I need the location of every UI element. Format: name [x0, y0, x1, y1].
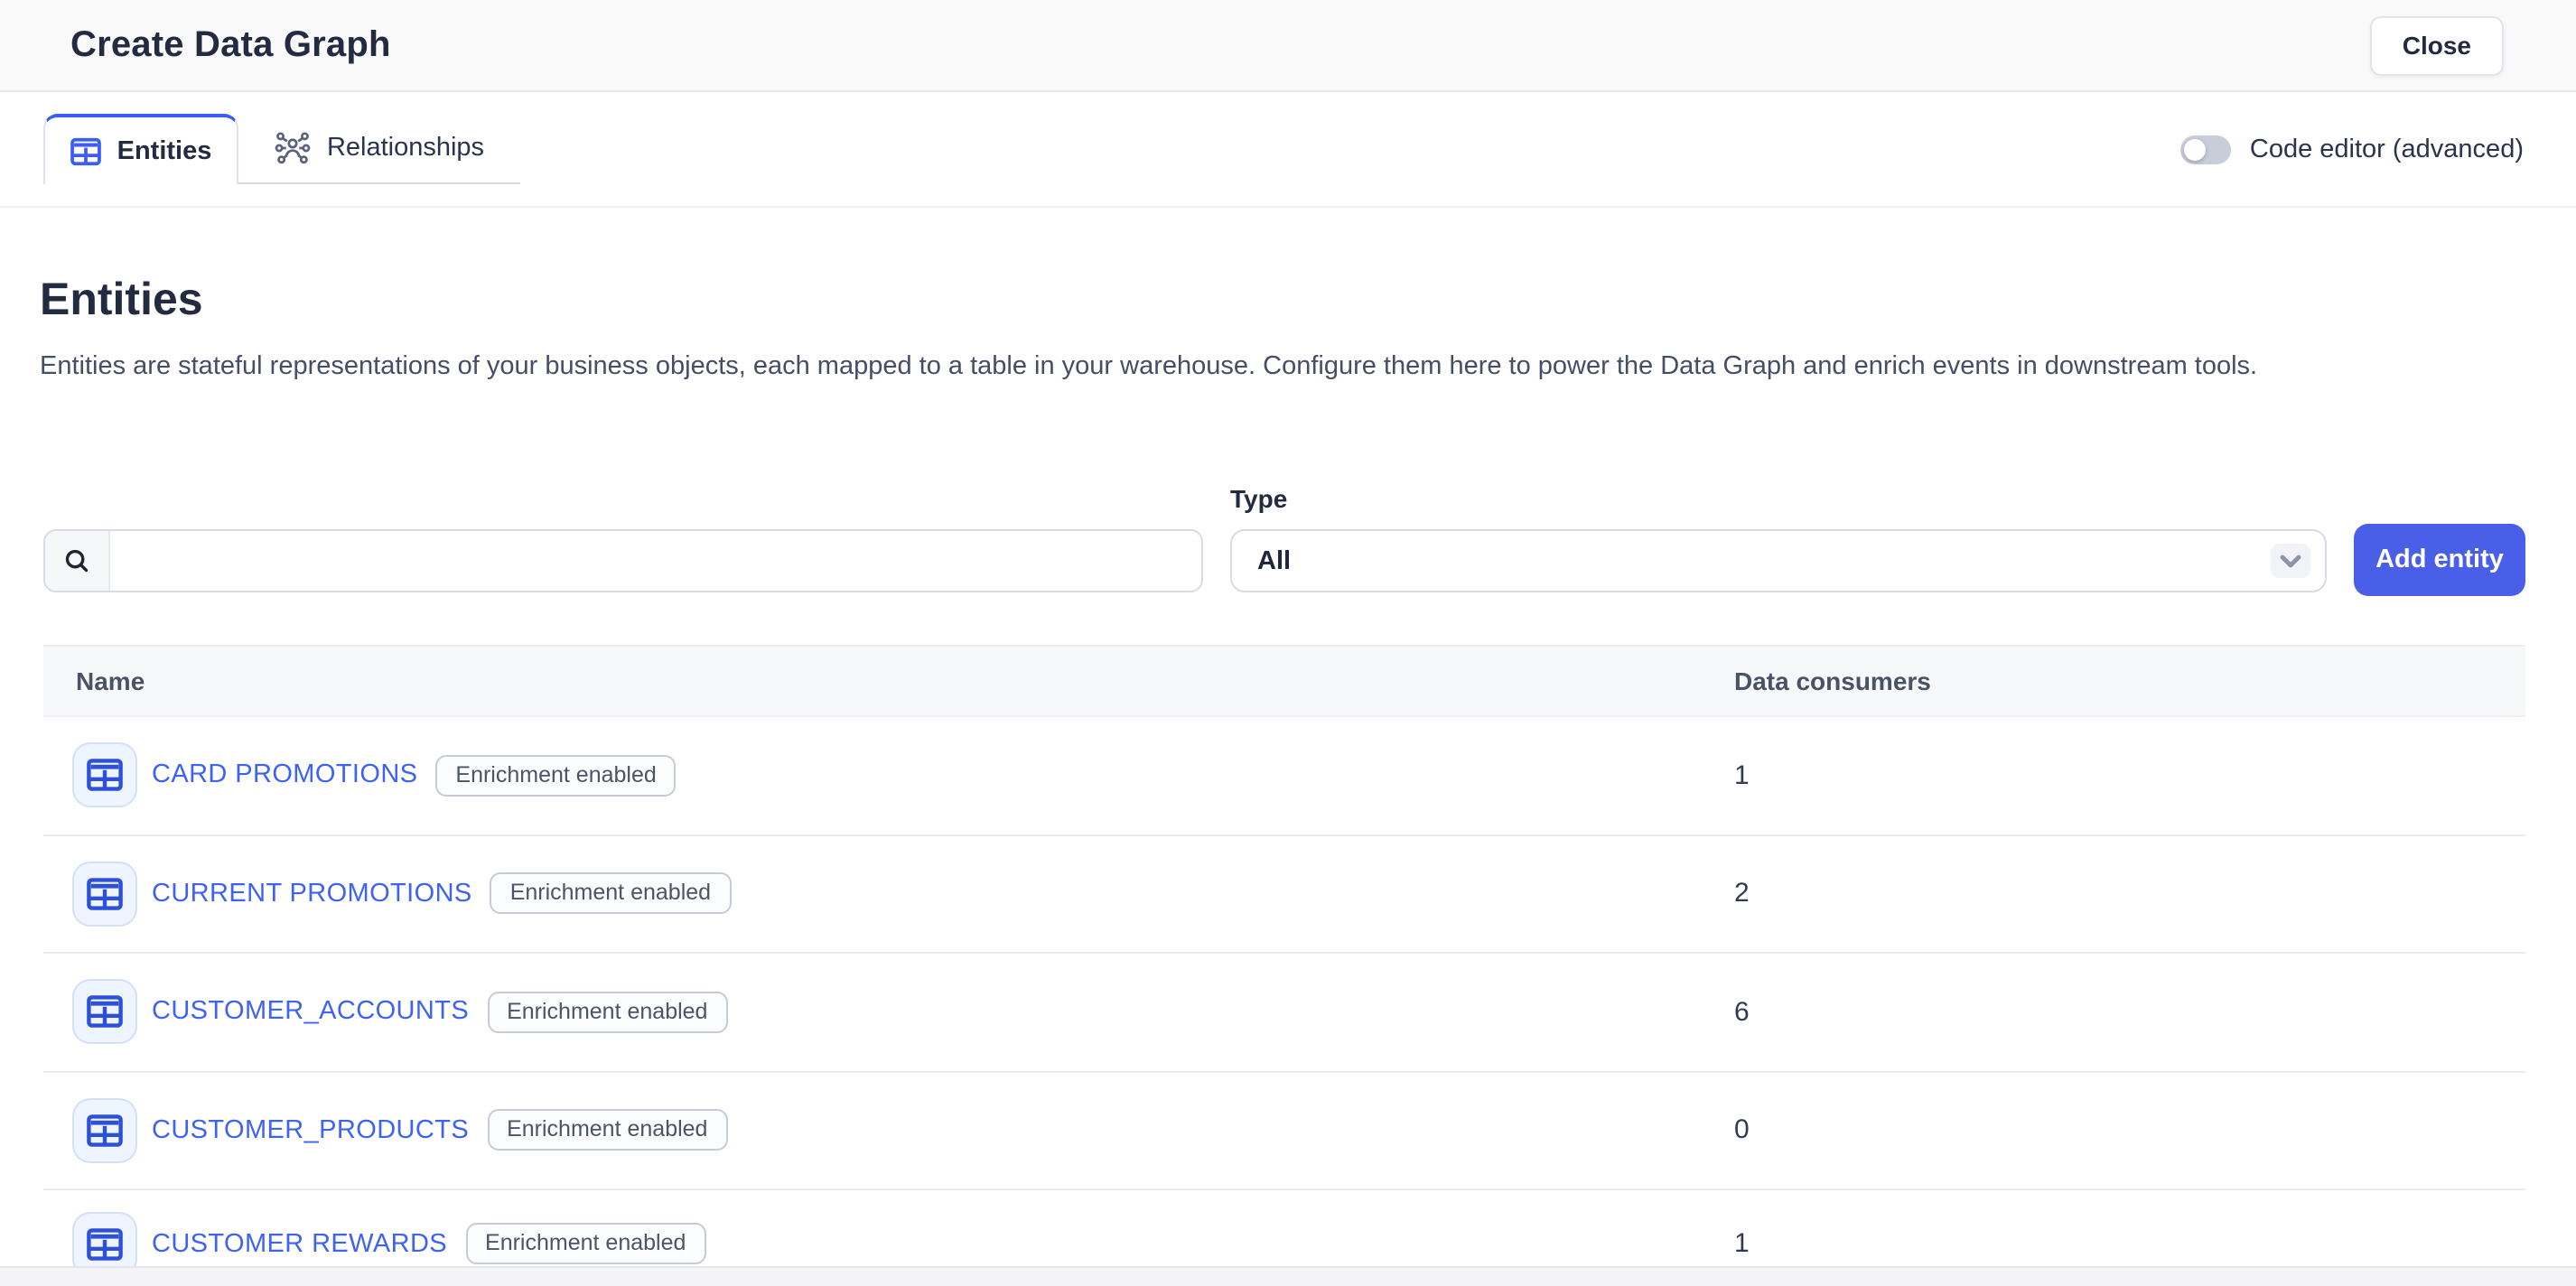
- data-consumers-value: 2: [1734, 879, 1750, 909]
- table-row: CURRENT PROMOTIONS Enrichment enabled 2: [43, 835, 2525, 954]
- add-entity-button[interactable]: Add entity: [2354, 524, 2525, 596]
- column-header-data-consumers: Data consumers: [1734, 666, 1931, 695]
- entity-name-link[interactable]: CUSTOMER_ACCOUNTS: [152, 998, 469, 1027]
- entity-table-icon: [72, 862, 137, 927]
- bottom-divider: [0, 1265, 2576, 1286]
- data-consumers-value: 1: [1734, 760, 1750, 791]
- entities-panel: Entities Entities are stateful represent…: [0, 275, 2576, 1286]
- toggle-knob: [2185, 139, 2207, 161]
- tab-relationships[interactable]: Relationships: [238, 114, 520, 184]
- enrichment-badge: Enrichment enabled: [465, 1223, 705, 1264]
- data-consumers-value: 0: [1734, 1115, 1750, 1146]
- entity-table-icon: [72, 980, 137, 1045]
- table-row: CARD PROMOTIONS Enrichment enabled 1: [43, 717, 2525, 835]
- code-editor-toggle[interactable]: [2181, 135, 2232, 164]
- code-editor-toggle-row: Code editor (advanced): [2181, 92, 2524, 208]
- close-button[interactable]: Close: [2370, 15, 2504, 75]
- enrichment-badge: Enrichment enabled: [487, 992, 727, 1033]
- search-input[interactable]: [110, 531, 1201, 591]
- type-select[interactable]: All: [1230, 529, 2327, 592]
- column-header-name: Name: [43, 666, 1734, 695]
- entities-heading: Entities: [40, 275, 2525, 327]
- enrichment-badge: Enrichment enabled: [490, 873, 731, 915]
- entities-table-body: CARD PROMOTIONS Enrichment enabled 1 CUR…: [43, 717, 2525, 1286]
- chevron-down-icon: [2271, 544, 2310, 578]
- top-header: Create Data Graph Close: [0, 0, 2576, 92]
- tabs: Entities: [43, 114, 520, 184]
- tab-entities[interactable]: Entities: [43, 114, 238, 184]
- search-icon: [45, 531, 110, 591]
- table-icon: [70, 136, 101, 165]
- entity-name-link[interactable]: CARD PROMOTIONS: [152, 761, 417, 790]
- data-consumers-value: 1: [1734, 1228, 1750, 1259]
- table-header: Name Data consumers: [43, 645, 2525, 717]
- enrichment-badge: Enrichment enabled: [435, 755, 676, 797]
- table-row: CUSTOMER_PRODUCTS Enrichment enabled 0: [43, 1072, 2525, 1190]
- search-field: [43, 529, 1203, 592]
- tab-bar: Entities: [0, 92, 2576, 208]
- filter-row: Type All Add entity: [43, 484, 2525, 592]
- table-row: CUSTOMER_ACCOUNTS Enrichment enabled 6: [43, 954, 2525, 1072]
- data-consumers-value: 6: [1734, 997, 1750, 1028]
- entity-name-link[interactable]: CURRENT PROMOTIONS: [152, 880, 472, 909]
- entity-name-link[interactable]: CUSTOMER REWARDS: [152, 1229, 447, 1258]
- code-editor-toggle-label: Code editor (advanced): [2250, 135, 2524, 164]
- entity-table-icon: [72, 743, 137, 808]
- create-data-graph-page: Create Data Graph Close Entities: [0, 0, 2576, 1286]
- entity-name-cell: CURRENT PROMOTIONS Enrichment enabled: [43, 862, 1734, 927]
- type-filter-label: Type: [1230, 484, 2327, 513]
- entity-table-icon: [72, 1098, 137, 1163]
- entity-name-cell: CUSTOMER_ACCOUNTS Enrichment enabled: [43, 980, 1734, 1045]
- tab-entities-label: Entities: [117, 136, 212, 165]
- network-icon: [275, 130, 311, 166]
- page-title: Create Data Graph: [70, 24, 391, 66]
- enrichment-badge: Enrichment enabled: [487, 1110, 727, 1151]
- tab-relationships-label: Relationships: [327, 134, 484, 163]
- type-filter-group: Type All: [1230, 484, 2327, 592]
- entity-name-cell: CUSTOMER_PRODUCTS Enrichment enabled: [43, 1098, 1734, 1163]
- entity-name-link[interactable]: CUSTOMER_PRODUCTS: [152, 1116, 469, 1145]
- type-select-value: All: [1257, 546, 2271, 575]
- entity-name-cell: CARD PROMOTIONS Enrichment enabled: [43, 743, 1734, 808]
- entities-description: Entities are stateful representations of…: [40, 352, 2525, 381]
- entities-table: Name Data consumers CARD PROMOTIONS Enri…: [43, 645, 2525, 1286]
